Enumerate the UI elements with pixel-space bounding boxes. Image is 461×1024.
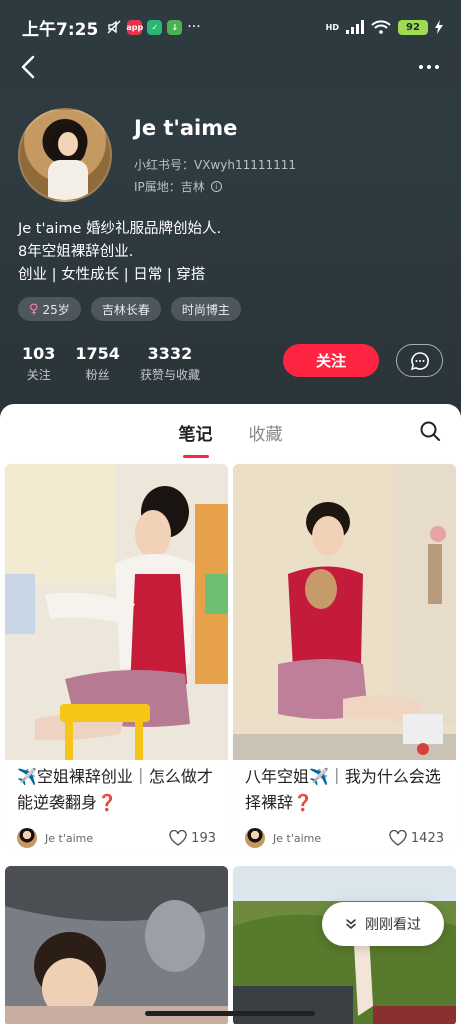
profile-ip-location: IP属地：吉林 i: [134, 178, 222, 195]
stat-followers[interactable]: 1754 粉丝: [75, 344, 120, 383]
more-dot: [435, 65, 439, 69]
note-card[interactable]: ✈️空姐裸辞创业｜怎么做才能逆袭翻身❓ Je t'aime 193: [5, 464, 228, 848]
download-notification-icon: ↓: [167, 19, 183, 35]
like-counter[interactable]: 193: [169, 830, 216, 846]
stat-label: 粉丝: [85, 368, 110, 382]
profile-xhs-id: 小红书号：VXwyh11111111: [134, 158, 297, 172]
note-card[interactable]: [5, 866, 228, 1024]
heart-icon: [169, 830, 187, 846]
status-time: 上午7:25: [22, 19, 99, 40]
app-notification-icon: app: [126, 19, 143, 35]
tag-label: 25岁: [42, 302, 70, 317]
stat-value: 103: [22, 344, 56, 363]
tag-age: ♀ 25岁: [18, 297, 81, 321]
avatar-face: [58, 132, 78, 156]
profile-avatar[interactable]: [18, 108, 112, 202]
female-icon: ♀: [29, 301, 39, 317]
note-author: Je t'aime: [273, 831, 322, 845]
tag-label: 时尚博主: [181, 302, 230, 317]
note-footer: Je t'aime 193: [5, 820, 228, 848]
charging-icon: [435, 20, 443, 34]
stat-following[interactable]: 103 关注: [22, 344, 55, 383]
recently-viewed-label: 刚刚看过: [365, 917, 421, 933]
tag-label: 吉林长春: [101, 302, 150, 317]
more-options-button[interactable]: [413, 54, 445, 80]
stat-label: 获赞与收藏: [139, 368, 200, 382]
signal-icon: [346, 20, 364, 34]
note-card[interactable]: 八年空姐✈️｜我为什么会选择裸辞❓ Je t'aime 1423: [233, 464, 456, 848]
tab-collections[interactable]: 收藏: [249, 420, 283, 450]
tag-category: 时尚博主: [170, 297, 241, 321]
note-photo: [5, 866, 228, 1024]
note-cover-image: [5, 464, 228, 760]
info-icon[interactable]: i: [210, 181, 222, 192]
recently-viewed-button[interactable]: 刚刚看过: [322, 902, 444, 946]
more-dot: [427, 65, 431, 69]
note-title: ✈️空姐裸辞创业｜怎么做才能逆袭翻身❓: [17, 767, 213, 812]
bio-line: Je t'aime 婚纱礼服品牌创始人.: [18, 221, 222, 237]
stat-likes-collects[interactable]: 3332 获赞与收藏: [140, 344, 200, 383]
follow-button[interactable]: 关注: [283, 344, 379, 377]
note-cover-image: [5, 866, 228, 1024]
profile-name: Je t'aime: [134, 116, 238, 140]
status-bar: 上午7:25 app ✓ ↓ ··· HD 92: [22, 14, 443, 40]
message-button[interactable]: [396, 344, 443, 377]
profile-tags: ♀ 25岁 吉林长春 时尚博主: [18, 297, 241, 321]
ip-location-text: IP属地：吉林: [134, 180, 205, 194]
tab-notes[interactable]: 笔记: [179, 420, 213, 458]
chevron-left-icon: [21, 55, 35, 79]
like-counter[interactable]: 1423: [389, 830, 444, 846]
heart-icon: [389, 830, 407, 846]
stat-value: 3332: [147, 344, 193, 363]
mute-icon: [107, 20, 121, 34]
double-chevron-down-icon: [346, 919, 356, 929]
back-button[interactable]: [14, 52, 42, 82]
profile-stats: 103 关注 1754 粉丝 3332 获赞与收藏: [22, 344, 200, 383]
like-count: 1423: [410, 830, 444, 846]
more-notifications-icon: ···: [187, 19, 201, 35]
home-indicator[interactable]: [145, 1011, 315, 1016]
status-system-icons: HD 92: [325, 19, 443, 35]
content-tabs: 笔记 收藏: [0, 420, 461, 458]
more-dot: [419, 65, 423, 69]
stat-value: 1754: [75, 344, 120, 363]
wifi-icon: [371, 20, 391, 34]
profile-header: 上午7:25 app ✓ ↓ ··· HD 92 Je t'aime 小红书号：…: [0, 0, 461, 420]
search-icon[interactable]: [419, 420, 441, 442]
stat-label: 关注: [26, 368, 51, 382]
note-photo: [233, 464, 456, 760]
profile-bio: Je t'aime 婚纱礼服品牌创始人. 8年空姐裸辞创业. 创业 | 女性成长…: [18, 218, 221, 287]
shield-notification-icon: ✓: [147, 19, 163, 35]
like-count: 193: [191, 830, 216, 846]
battery-indicator: 92: [398, 19, 428, 35]
bio-line: 8年空姐裸辞创业.: [18, 244, 134, 260]
status-notification-icons: app ✓ ↓ ···: [106, 19, 201, 35]
author-avatar: [245, 828, 265, 848]
note-photo: [5, 464, 228, 760]
note-title: 八年空姐✈️｜我为什么会选择裸辞❓: [245, 767, 441, 812]
bio-line: 创业 | 女性成长 | 日常 | 穿搭: [18, 267, 206, 283]
chat-bubble-icon: [410, 351, 429, 370]
note-author: Je t'aime: [45, 831, 94, 845]
avatar-body: [48, 160, 88, 200]
author-avatar: [17, 828, 37, 848]
hd-label: HD: [325, 22, 339, 32]
tag-location: 吉林长春: [90, 297, 161, 321]
note-footer: Je t'aime 1423: [233, 820, 456, 848]
note-cover-image: [233, 464, 456, 760]
